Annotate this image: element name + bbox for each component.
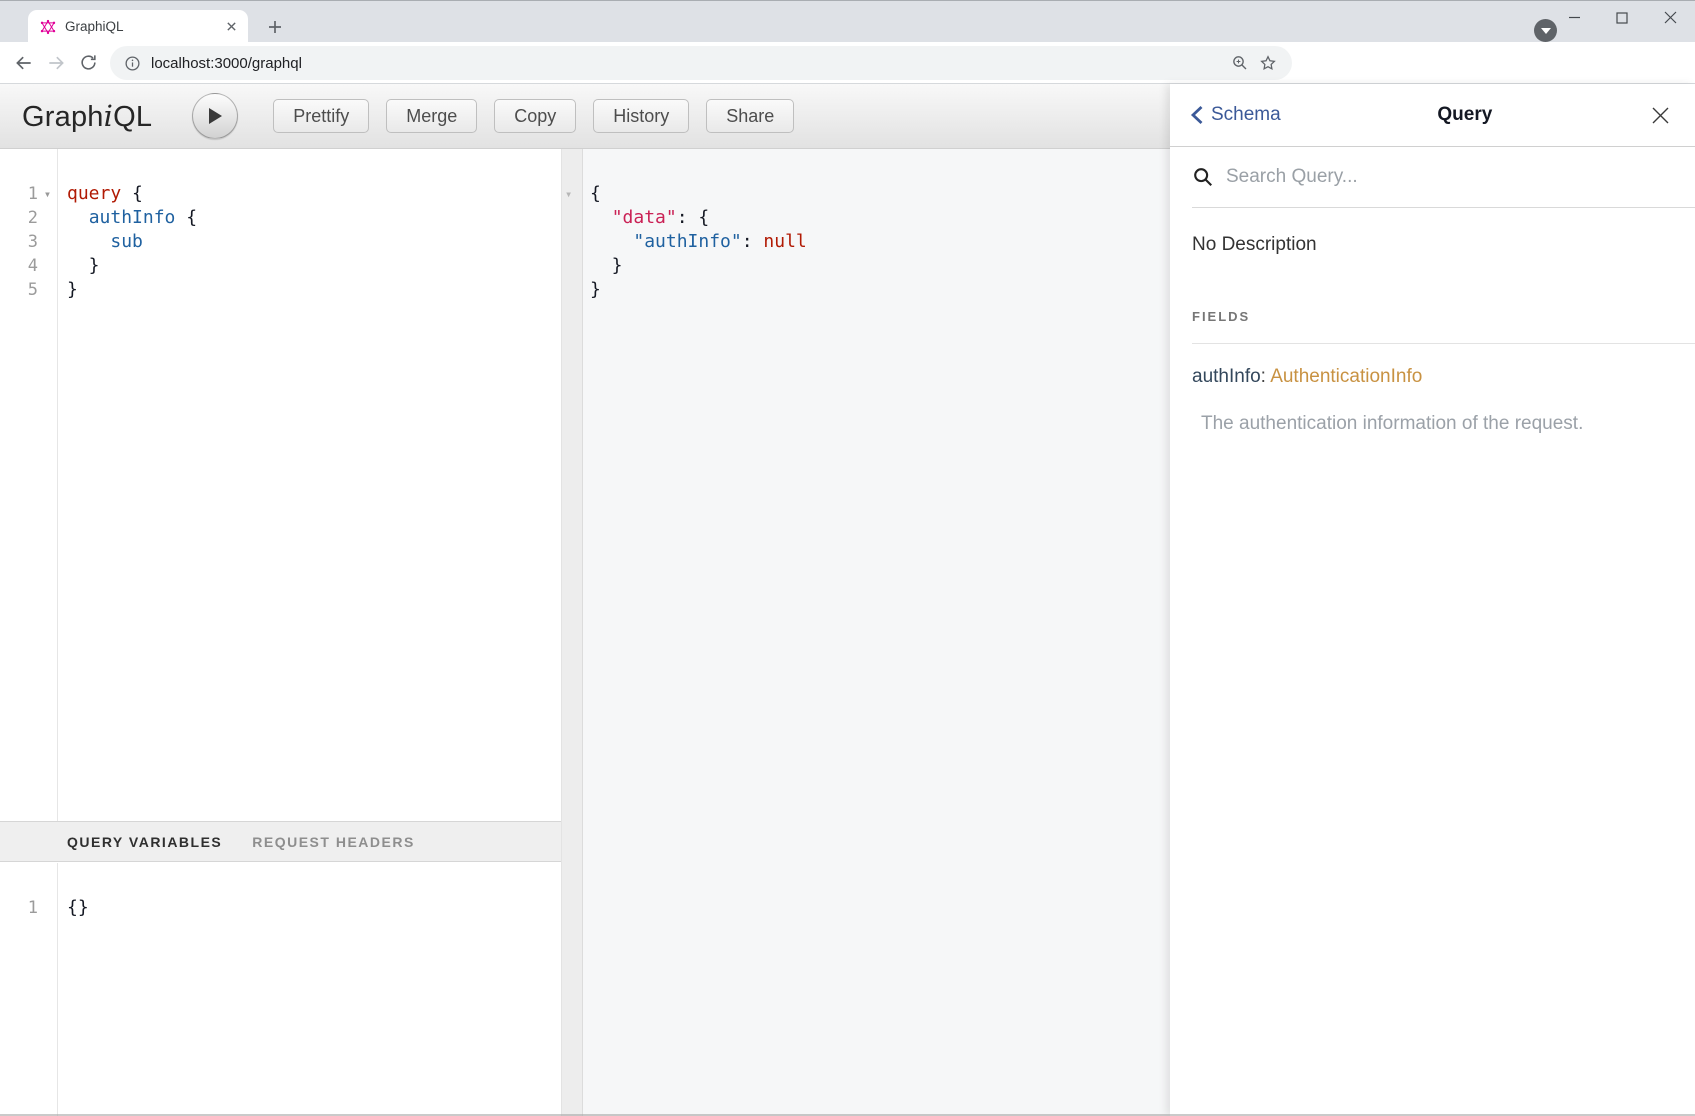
line-number: 3: [0, 230, 38, 254]
type-name-link[interactable]: AuthenticationInfo: [1270, 366, 1422, 387]
query-editor-lines[interactable]: 1▾query {2 authInfo {3 sub4 }5}: [0, 182, 561, 302]
variables-editor[interactable]: 1 {}: [0, 863, 561, 1116]
browser-tab[interactable]: GraphiQL: [28, 10, 248, 43]
doc-close-icon[interactable]: [1649, 104, 1671, 126]
fold-icon[interactable]: ▾: [38, 182, 57, 206]
browser-tab-strip: GraphiQL: [0, 0, 1695, 42]
forward-button[interactable]: [40, 47, 72, 79]
url-text[interactable]: localhost:3000/graphql: [151, 55, 1226, 72]
code-line[interactable]: }: [583, 254, 807, 278]
code-text: }: [590, 254, 623, 278]
doc-explorer-header: Schema Query: [1170, 84, 1695, 147]
window-minimize-button[interactable]: [1552, 4, 1597, 31]
code-line[interactable]: "authInfo": null: [583, 230, 807, 254]
doc-back-link[interactable]: Schema: [1190, 104, 1281, 126]
code-text: query {: [67, 182, 143, 206]
browser-toolbar: localhost:3000/graphql P Tp L Aktualisie…: [0, 42, 1695, 84]
graphiql-app: GraphiQL Prettify Merge Copy History Sha…: [0, 84, 1695, 1116]
share-button[interactable]: Share: [706, 99, 794, 133]
variables-title-bar: QUERY VARIABLES REQUEST HEADERS: [0, 821, 561, 862]
merge-button[interactable]: Merge: [386, 99, 477, 133]
pane-divider[interactable]: [561, 149, 583, 1116]
result-fold-icon[interactable]: ▾: [565, 188, 572, 200]
address-bar[interactable]: localhost:3000/graphql: [110, 46, 1292, 80]
bookmark-star-icon[interactable]: [1254, 49, 1282, 77]
doc-explorer: Schema Query No Description FIELDS authI…: [1170, 84, 1695, 1116]
reload-button[interactable]: [72, 47, 104, 79]
doc-search-input[interactable]: [1226, 166, 1626, 188]
zoom-icon[interactable]: [1226, 49, 1254, 77]
result-viewer: { "data": { "authInfo": null }}: [583, 149, 1170, 1116]
search-icon: [1192, 166, 1214, 188]
site-info-icon[interactable]: [124, 55, 141, 72]
code-text: }: [67, 254, 100, 278]
code-text: {}: [67, 896, 89, 920]
code-text: authInfo {: [67, 206, 197, 230]
code-text: }: [590, 278, 601, 302]
type-description: No Description: [1192, 234, 1695, 256]
fold-icon: [38, 206, 57, 230]
code-text: sub: [67, 230, 143, 254]
code-line[interactable]: 1▾ query {: [0, 182, 561, 206]
line-number: 1: [0, 182, 38, 206]
play-icon: [207, 107, 223, 125]
graphql-favicon-icon: [40, 19, 56, 35]
tab-query-variables[interactable]: QUERY VARIABLES: [67, 834, 222, 850]
code-line[interactable]: "data": {: [583, 206, 807, 230]
line-number: 5: [0, 278, 38, 302]
back-button[interactable]: [8, 47, 40, 79]
doc-search-row: [1192, 147, 1695, 208]
copy-button[interactable]: Copy: [494, 99, 576, 133]
code-line[interactable]: 3 sub: [0, 230, 561, 254]
new-tab-button[interactable]: [262, 14, 288, 40]
variables-editor-lines[interactable]: 1 {}: [0, 896, 561, 920]
field-name-link[interactable]: authInfo: [1192, 366, 1261, 387]
code-text: {: [590, 182, 601, 206]
code-line[interactable]: 5}: [0, 278, 561, 302]
line-number: 1: [0, 896, 38, 920]
code-line[interactable]: {: [583, 182, 807, 206]
field-row: authInfo: AuthenticationInfo: [1192, 366, 1695, 388]
code-text: "authInfo": null: [590, 230, 807, 254]
fold-icon: [38, 254, 57, 278]
code-line[interactable]: }: [583, 278, 807, 302]
window-close-button[interactable]: [1648, 4, 1693, 31]
query-editor[interactable]: 1▾query {2 authInfo {3 sub4 }5}: [0, 149, 561, 821]
graphiql-logo: GraphiQL: [22, 99, 152, 134]
history-button[interactable]: History: [593, 99, 689, 133]
fold-icon: [38, 896, 57, 920]
chevron-left-icon: [1190, 105, 1204, 125]
field-description: The authentication information of the re…: [1192, 413, 1695, 435]
code-line[interactable]: 4 }: [0, 254, 561, 278]
tab-close-icon[interactable]: [222, 18, 240, 36]
fold-icon: [38, 230, 57, 254]
prettify-button[interactable]: Prettify: [273, 99, 369, 133]
code-text: "data": {: [590, 206, 709, 230]
graphiql-topbar: GraphiQL Prettify Merge Copy History Sha…: [0, 84, 1170, 149]
fields-divider: [1192, 343, 1695, 344]
doc-explorer-title: Query: [1281, 104, 1649, 126]
line-number: 4: [0, 254, 38, 278]
line-number: 2: [0, 206, 38, 230]
result-viewer-lines: { "data": { "authInfo": null }}: [583, 182, 807, 302]
code-line[interactable]: 2 authInfo {: [0, 206, 561, 230]
doc-explorer-body: No Description FIELDS authInfo: Authenti…: [1192, 208, 1695, 435]
code-line[interactable]: 1 {}: [0, 896, 561, 920]
tab-title: GraphiQL: [65, 19, 222, 34]
fold-icon: [38, 278, 57, 302]
window-maximize-button[interactable]: [1599, 4, 1644, 31]
tab-request-headers[interactable]: REQUEST HEADERS: [252, 834, 415, 850]
fields-heading: FIELDS: [1192, 309, 1695, 324]
code-text: }: [67, 278, 78, 302]
execute-query-button[interactable]: [192, 93, 238, 139]
